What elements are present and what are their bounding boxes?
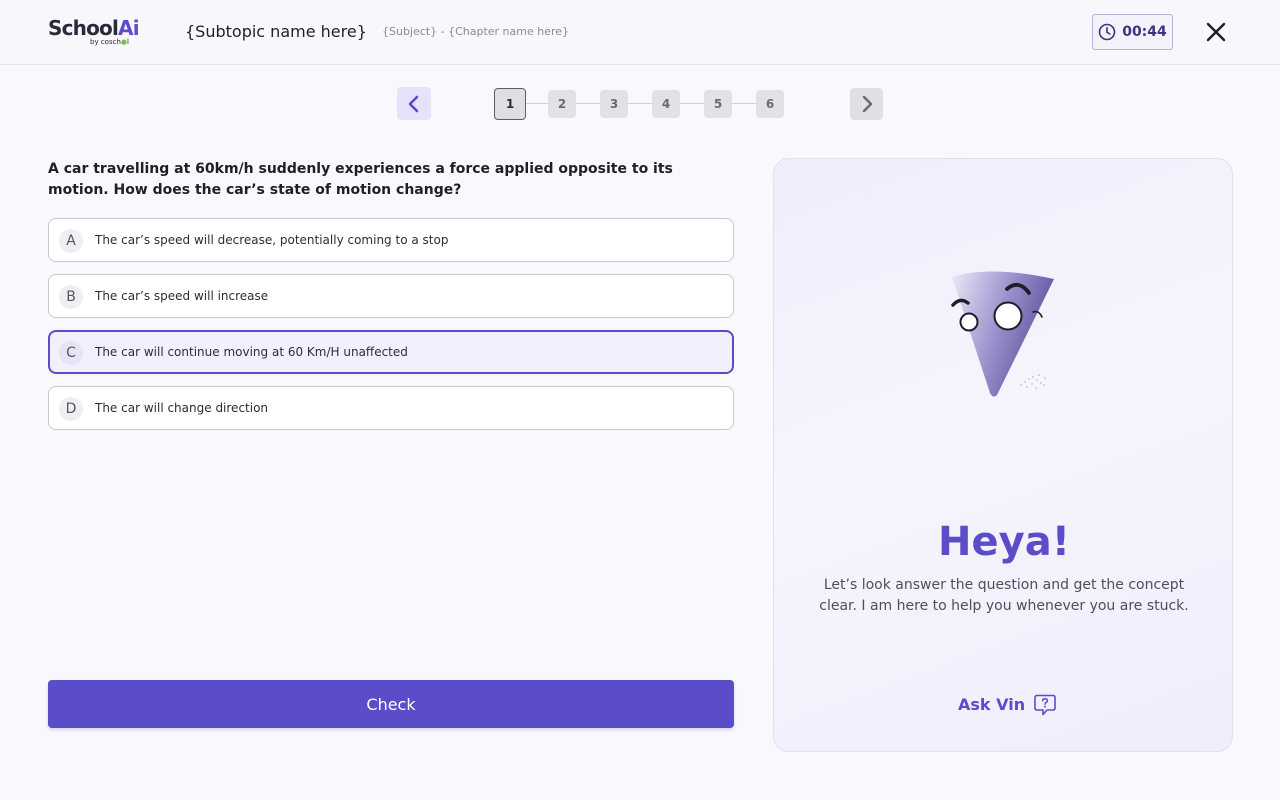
option-letter: A: [59, 229, 83, 253]
page-2-button[interactable]: 2: [548, 90, 576, 118]
page-4-button[interactable]: 4: [652, 90, 680, 118]
option-text: The car will change direction: [95, 401, 269, 415]
option-text: The car’s speed will increase: [95, 289, 269, 303]
clock-icon: [1098, 23, 1116, 41]
next-question-button[interactable]: [850, 88, 883, 120]
page-5-button[interactable]: 5: [704, 90, 732, 118]
logo-word-ai: Ai: [118, 16, 140, 40]
close-button[interactable]: [1202, 18, 1230, 46]
check-button[interactable]: Check: [48, 680, 734, 728]
ask-vin-button[interactable]: Ask Vin: [958, 692, 1057, 718]
logo-byline: by cosch●l: [90, 38, 129, 47]
greeting-heading: Heya!: [938, 519, 1070, 565]
logo-word-school: School: [48, 16, 119, 40]
subject-chapter-breadcrumb: {Subject} - {Chapter name here}: [382, 25, 570, 38]
top-bar: SchoolAi by cosch●l {Subtopic name here}…: [0, 0, 1280, 65]
option-d[interactable]: D The car will change direction: [48, 386, 734, 430]
previous-question-button[interactable]: [397, 87, 431, 120]
logo-byline-start: by cosch: [90, 38, 121, 46]
subtopic-title: {Subtopic name here}: [185, 22, 367, 41]
assistant-panel: Heya! Let’s look answer the question and…: [773, 158, 1233, 752]
schoolai-logo: SchoolAi by cosch●l: [48, 17, 140, 49]
question-text: A car travelling at 60km/h suddenly expe…: [48, 161, 673, 198]
timer-value: 00:44: [1122, 24, 1167, 40]
chat-question-icon: [1034, 694, 1056, 716]
page-1-button[interactable]: 1: [494, 88, 526, 120]
option-letter: C: [59, 341, 83, 365]
page-6-button[interactable]: 6: [756, 90, 784, 118]
option-letter: D: [59, 397, 83, 421]
chevron-right-icon: [862, 95, 872, 113]
mascot-illustration: [951, 271, 1054, 397]
page-3-button[interactable]: 3: [600, 90, 628, 118]
option-c[interactable]: C The car will continue moving at 60 Km/…: [48, 330, 734, 374]
logo-byline-end: l: [126, 38, 129, 46]
assistant-message: Let’s look answer the question and get t…: [819, 577, 1189, 614]
close-icon: [1206, 22, 1226, 42]
option-text: The car’s speed will decrease, potential…: [95, 233, 449, 247]
chevron-left-icon: [408, 95, 419, 112]
option-b[interactable]: B The car’s speed will increase: [48, 274, 734, 318]
option-a[interactable]: A The car’s speed will decrease, potenti…: [48, 218, 734, 262]
option-letter: B: [59, 285, 83, 309]
ask-vin-label: Ask Vin: [958, 695, 1026, 714]
option-text: The car will continue moving at 60 Km/H …: [95, 345, 408, 359]
logo-wordmark: SchoolAi: [48, 16, 140, 40]
timer: 00:44: [1092, 14, 1173, 50]
